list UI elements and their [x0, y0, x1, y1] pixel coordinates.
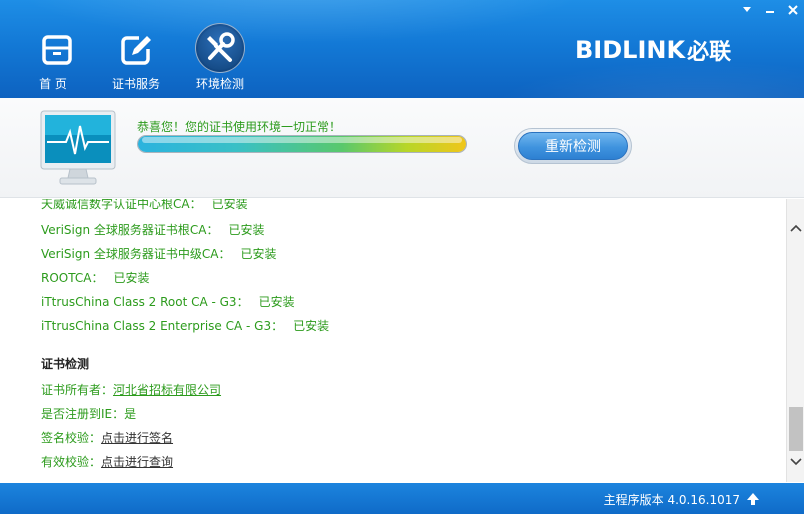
window-controls: [735, 0, 804, 20]
sign-label: 签名校验：: [41, 431, 102, 445]
owner-label: 证书所有者：: [41, 383, 114, 397]
nav-label-env-check: 环境检测: [195, 77, 244, 91]
owner-row: 证书所有者：河北省招标有限公司: [41, 381, 221, 399]
status-panel: 恭喜您！您的证书使用环境一切正常！ 重新检测: [0, 98, 804, 198]
sign-row: 签名校验：点击进行签名: [41, 429, 173, 447]
cert-row: VeriSign 全球服务器证书中级CA： 已安装: [41, 245, 277, 263]
tools-wrench-icon: [195, 23, 245, 73]
menu-dropdown-icon[interactable]: [735, 0, 758, 20]
main-nav: 首 页 证书服务 环境检测: [20, 14, 262, 94]
close-icon[interactable]: [781, 0, 804, 20]
status-message: 恭喜您！您的证书使用环境一切正常！: [137, 120, 342, 134]
valid-row: 有效校验：点击进行查询: [41, 453, 173, 471]
check-progress-bar: [137, 135, 467, 153]
recheck-button-label: 重新检测: [518, 132, 628, 160]
version-text: 主程序版本 4.0.16.1017: [603, 493, 740, 507]
brand-logo: BIDLINK 必联: [575, 35, 731, 65]
cert-status: 已安装: [113, 271, 150, 285]
monitor-heartbeat-icon: [40, 110, 116, 186]
minimize-icon[interactable]: [758, 0, 781, 20]
cert-name: VeriSign 全球服务器证书根CA：: [41, 223, 219, 237]
scroll-down-icon[interactable]: [787, 453, 804, 471]
cert-status: 已安装: [240, 247, 277, 261]
brand-logo-latin: BIDLINK: [575, 36, 686, 64]
app-header: 首 页 证书服务 环境检测 BIDLINK 必联: [0, 0, 804, 98]
ie-label: 是否注册到IE：: [41, 407, 125, 421]
check-progress-fill: [138, 136, 466, 152]
cert-status: 已安装: [293, 319, 330, 333]
cert-name: iTtrusChina Class 2 Root CA - G3：: [41, 295, 249, 309]
cert-row: iTtrusChina Class 2 Root CA - G3： 已安装: [41, 293, 295, 311]
edit-certificate-icon: [112, 26, 160, 74]
cert-status: 已安装: [228, 223, 265, 237]
upgrade-arrow-icon[interactable]: [746, 492, 760, 506]
home-drawer-icon: [33, 26, 81, 74]
cert-row: ROOTCA： 已安装: [41, 269, 149, 287]
cert-check-title: 证书检测: [41, 357, 90, 371]
nav-item-home[interactable]: 首 页: [20, 14, 94, 94]
nav-label-cert-service: 证书服务: [111, 77, 160, 91]
scroll-up-icon[interactable]: [787, 219, 804, 237]
recheck-button[interactable]: 重新检测: [514, 128, 632, 164]
cert-name: iTtrusChina Class 2 Enterprise CA - G3：: [41, 319, 284, 333]
ie-value: 是: [124, 407, 137, 421]
nav-label-home: 首 页: [39, 77, 67, 91]
nav-item-cert-service[interactable]: 证书服务: [94, 14, 178, 94]
nav-item-env-check[interactable]: 环境检测: [178, 14, 262, 94]
cert-status: 已安装: [258, 295, 295, 309]
cert-status: 已安装: [211, 199, 248, 211]
brand-logo-cjk: 必联: [687, 40, 732, 65]
results-panel: 天威诚信数字认证中心根CA： 已安装 VeriSign 全球服务器证书根CA： 已安…: [0, 199, 786, 482]
status-footer: 主程序版本 4.0.16.1017: [0, 483, 804, 514]
cert-row-partial: 天威诚信数字认证中心根CA： 已安装: [41, 199, 248, 213]
ie-row: 是否注册到IE：是: [41, 405, 136, 423]
cert-row: iTtrusChina Class 2 Enterprise CA - G3： 已…: [41, 317, 329, 335]
cert-name: ROOTCA：: [41, 271, 104, 285]
cert-name: 天威诚信数字认证中心根CA：: [41, 199, 202, 211]
valid-label: 有效校验：: [41, 455, 102, 469]
cert-row: VeriSign 全球服务器证书根CA： 已安装: [41, 221, 265, 239]
scroll-thumb[interactable]: [789, 407, 803, 451]
vertical-scrollbar[interactable]: [786, 199, 804, 482]
owner-link[interactable]: 河北省招标有限公司: [113, 383, 221, 397]
cert-name: VeriSign 全球服务器证书中级CA：: [41, 247, 231, 261]
sign-link[interactable]: 点击进行签名: [101, 431, 173, 445]
valid-link[interactable]: 点击进行查询: [101, 455, 173, 469]
